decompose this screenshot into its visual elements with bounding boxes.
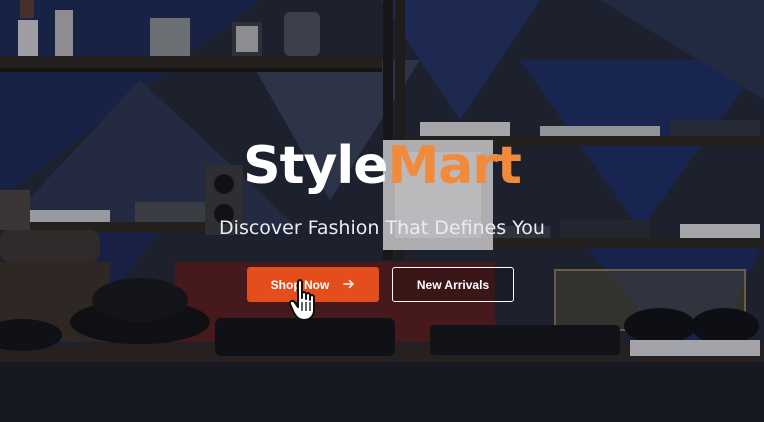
arrow-right-icon — [343, 277, 355, 293]
new-arrivals-label: New Arrivals — [416, 277, 490, 292]
new-arrivals-button[interactable]: New Arrivals — [392, 267, 514, 302]
hero-content: StyleMart Discover Fashion That Defines … — [0, 0, 764, 422]
hero-section: StyleMart Discover Fashion That Defines … — [0, 0, 764, 422]
brand-name-style: Style — [243, 136, 388, 196]
brand-logo-title: StyleMart — [0, 134, 764, 198]
brand-name-mart: Mart — [387, 136, 521, 196]
hero-tagline: Discover Fashion That Defines You — [219, 217, 545, 239]
hand-pointer-icon — [288, 279, 315, 321]
